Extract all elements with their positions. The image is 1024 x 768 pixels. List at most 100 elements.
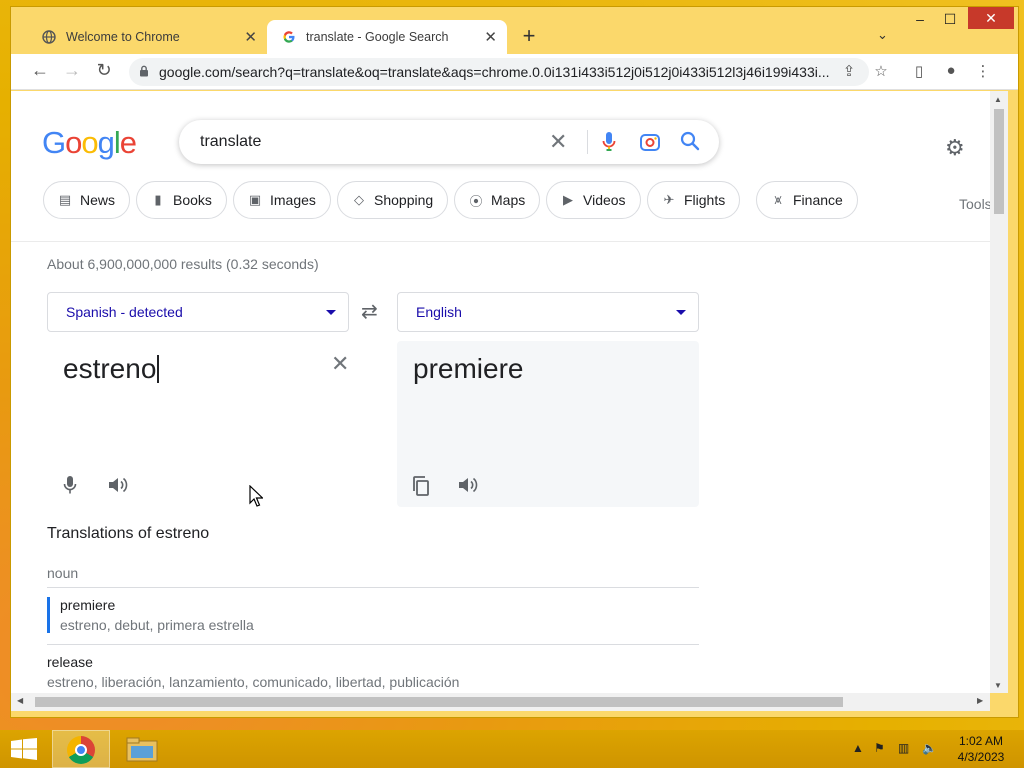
lens-camera-icon[interactable] bbox=[639, 131, 661, 153]
dropdown-arrow-icon bbox=[676, 310, 686, 315]
file-explorer-icon[interactable] bbox=[126, 736, 158, 762]
clock-time: 1:02 AM bbox=[958, 734, 1004, 748]
chevron-down-icon[interactable]: ⌄ bbox=[877, 27, 888, 43]
kebab-menu-icon[interactable]: ⋮ bbox=[973, 62, 993, 80]
chip-maps[interactable]: ⦿ Maps bbox=[454, 181, 541, 219]
clear-search-icon[interactable]: ✕ bbox=[549, 129, 567, 155]
part-of-speech-label: noun bbox=[47, 565, 79, 581]
tab-title: Welcome to Chrome bbox=[66, 30, 180, 44]
listen-speaker-icon[interactable] bbox=[107, 475, 129, 495]
image-icon: ▣ bbox=[248, 192, 262, 207]
airplane-icon: ✈ bbox=[663, 192, 675, 207]
chrome-logo-icon bbox=[67, 736, 95, 764]
google-logo[interactable]: Google bbox=[42, 125, 137, 161]
tag-icon: ◇ bbox=[354, 192, 364, 207]
horizontal-scroll-thumb[interactable] bbox=[35, 697, 843, 707]
new-tab-plus-icon[interactable]: + bbox=[519, 23, 539, 49]
forward-arrow-icon[interactable]: → bbox=[61, 60, 83, 81]
translation-synonyms: estreno, liberación, lanzamiento, comuni… bbox=[47, 674, 460, 690]
map-pin-icon: ⦿ bbox=[469, 193, 483, 209]
reload-icon[interactable]: ↻ bbox=[93, 60, 115, 81]
vertical-scroll-thumb[interactable] bbox=[994, 109, 1004, 214]
settings-gear-icon[interactable]: ⚙ bbox=[945, 135, 965, 161]
vertical-scrollbar[interactable]: ▲ ▼ bbox=[990, 91, 1008, 693]
search-divider bbox=[587, 130, 588, 154]
source-language-dropdown[interactable]: Spanish - detected bbox=[47, 292, 349, 332]
back-arrow-icon[interactable]: ← bbox=[29, 60, 51, 81]
scroll-left-arrow-icon[interactable]: ◀ bbox=[17, 696, 23, 705]
title-bar: Welcome to Chrome ✕ translate - Google S… bbox=[11, 7, 1018, 54]
google-g-icon bbox=[281, 29, 297, 45]
result-stats: About 6,900,000,000 results (0.32 second… bbox=[47, 256, 319, 272]
chart-icon: ⩙ bbox=[774, 192, 782, 207]
copy-icon[interactable] bbox=[411, 475, 431, 497]
chip-shopping[interactable]: ◇ Shopping bbox=[337, 181, 449, 219]
profile-avatar-icon[interactable]: ● bbox=[941, 62, 961, 79]
chip-flights[interactable]: ✈ Flights bbox=[647, 181, 741, 219]
search-input[interactable]: translate bbox=[200, 133, 261, 151]
scroll-down-arrow-icon[interactable]: ▼ bbox=[994, 681, 1002, 690]
chip-finance[interactable]: ⩙ Finance bbox=[756, 181, 858, 219]
tab-welcome[interactable]: Welcome to Chrome ✕ bbox=[27, 20, 267, 54]
mouse-pointer-icon bbox=[249, 484, 264, 512]
dropdown-arrow-icon bbox=[326, 310, 336, 315]
system-clock[interactable]: 1:02 AM 4/3/2023 bbox=[956, 733, 1006, 765]
network-icon[interactable]: ▥ bbox=[898, 741, 909, 755]
search-magnifier-icon[interactable] bbox=[679, 130, 701, 152]
window-close-button[interactable]: ✕ bbox=[968, 7, 1014, 29]
row-divider bbox=[47, 644, 699, 645]
globe-icon bbox=[41, 29, 57, 45]
chip-news[interactable]: ▤ News bbox=[43, 181, 131, 219]
scroll-right-arrow-icon[interactable]: ▶ bbox=[977, 696, 983, 705]
voice-search-icon[interactable] bbox=[601, 130, 617, 154]
taskbar-chrome-button[interactable] bbox=[52, 730, 110, 768]
close-tab-icon[interactable]: ✕ bbox=[244, 28, 257, 46]
minimize-icon[interactable]: – bbox=[905, 11, 935, 27]
address-bar[interactable]: google.com/search?q=translate&oq=transla… bbox=[129, 58, 869, 86]
video-play-icon: ▶ bbox=[563, 192, 573, 207]
chip-images[interactable]: ▣ Images bbox=[233, 181, 331, 219]
translation-entry[interactable]: release estreno, liberación, lanzamiento… bbox=[47, 654, 699, 690]
translation-word: premiere bbox=[60, 597, 116, 613]
target-language-dropdown[interactable]: English bbox=[397, 292, 699, 332]
bookmark-star-icon[interactable]: ☆ bbox=[871, 62, 891, 80]
tools-button[interactable]: Tools bbox=[959, 196, 990, 212]
source-text[interactable]: estreno bbox=[63, 353, 160, 385]
translation-output-area: premiere bbox=[397, 341, 699, 507]
chrome-window: Welcome to Chrome ✕ translate - Google S… bbox=[10, 6, 1019, 718]
header-divider bbox=[11, 241, 990, 242]
clock-date: 4/3/2023 bbox=[957, 750, 1005, 764]
translation-entry[interactable]: premiere estreno, debut, primera estrell… bbox=[47, 597, 699, 633]
search-box[interactable]: translate ✕ bbox=[179, 120, 719, 164]
scroll-up-arrow-icon[interactable]: ▲ bbox=[994, 95, 1002, 104]
action-center-flag-icon[interactable]: ⚑ bbox=[874, 741, 885, 755]
translation-word: release bbox=[47, 654, 93, 670]
windows-start-icon[interactable] bbox=[10, 738, 38, 760]
book-icon: ▮ bbox=[154, 192, 162, 207]
browser-toolbar: ← → ↻ google.com/search?q=translate&oq=t… bbox=[11, 54, 1018, 90]
text-caret bbox=[157, 355, 160, 383]
lock-icon bbox=[139, 65, 159, 80]
chip-videos[interactable]: ▶ Videos bbox=[546, 181, 641, 219]
volume-muted-icon[interactable]: 🔈 bbox=[922, 741, 937, 755]
side-panel-icon[interactable]: ▯ bbox=[909, 62, 929, 80]
translations-heading: Translations of estreno bbox=[47, 525, 210, 542]
source-text-area[interactable]: estreno ✕ bbox=[47, 341, 357, 511]
translation-synonyms: estreno, debut, primera estrella bbox=[60, 617, 254, 633]
tab-title: translate - Google Search bbox=[306, 30, 449, 44]
translated-text: premiere bbox=[413, 353, 524, 384]
horizontal-scrollbar[interactable]: ◀ ▶ bbox=[11, 693, 990, 711]
listen-speaker-icon[interactable] bbox=[457, 475, 479, 495]
row-divider bbox=[47, 587, 699, 588]
share-icon[interactable]: ⇪ bbox=[839, 62, 859, 80]
chip-books[interactable]: ▮ Books bbox=[136, 181, 227, 219]
show-hidden-icons-icon[interactable]: ▲ bbox=[852, 741, 864, 755]
maximize-icon[interactable]: ☐ bbox=[935, 11, 965, 28]
tab-google-search[interactable]: translate - Google Search ✕ bbox=[267, 20, 507, 54]
microphone-icon[interactable] bbox=[63, 475, 77, 495]
swap-languages-icon[interactable]: ⇄ bbox=[361, 299, 378, 324]
url-text: google.com/search?q=translate&oq=transla… bbox=[159, 64, 830, 80]
clear-source-icon[interactable]: ✕ bbox=[331, 351, 349, 377]
search-results-page: Google translate ✕ ⚙ ▤ News ▮ Books ▣ Image… bbox=[11, 91, 990, 693]
close-tab-icon[interactable]: ✕ bbox=[484, 28, 497, 46]
